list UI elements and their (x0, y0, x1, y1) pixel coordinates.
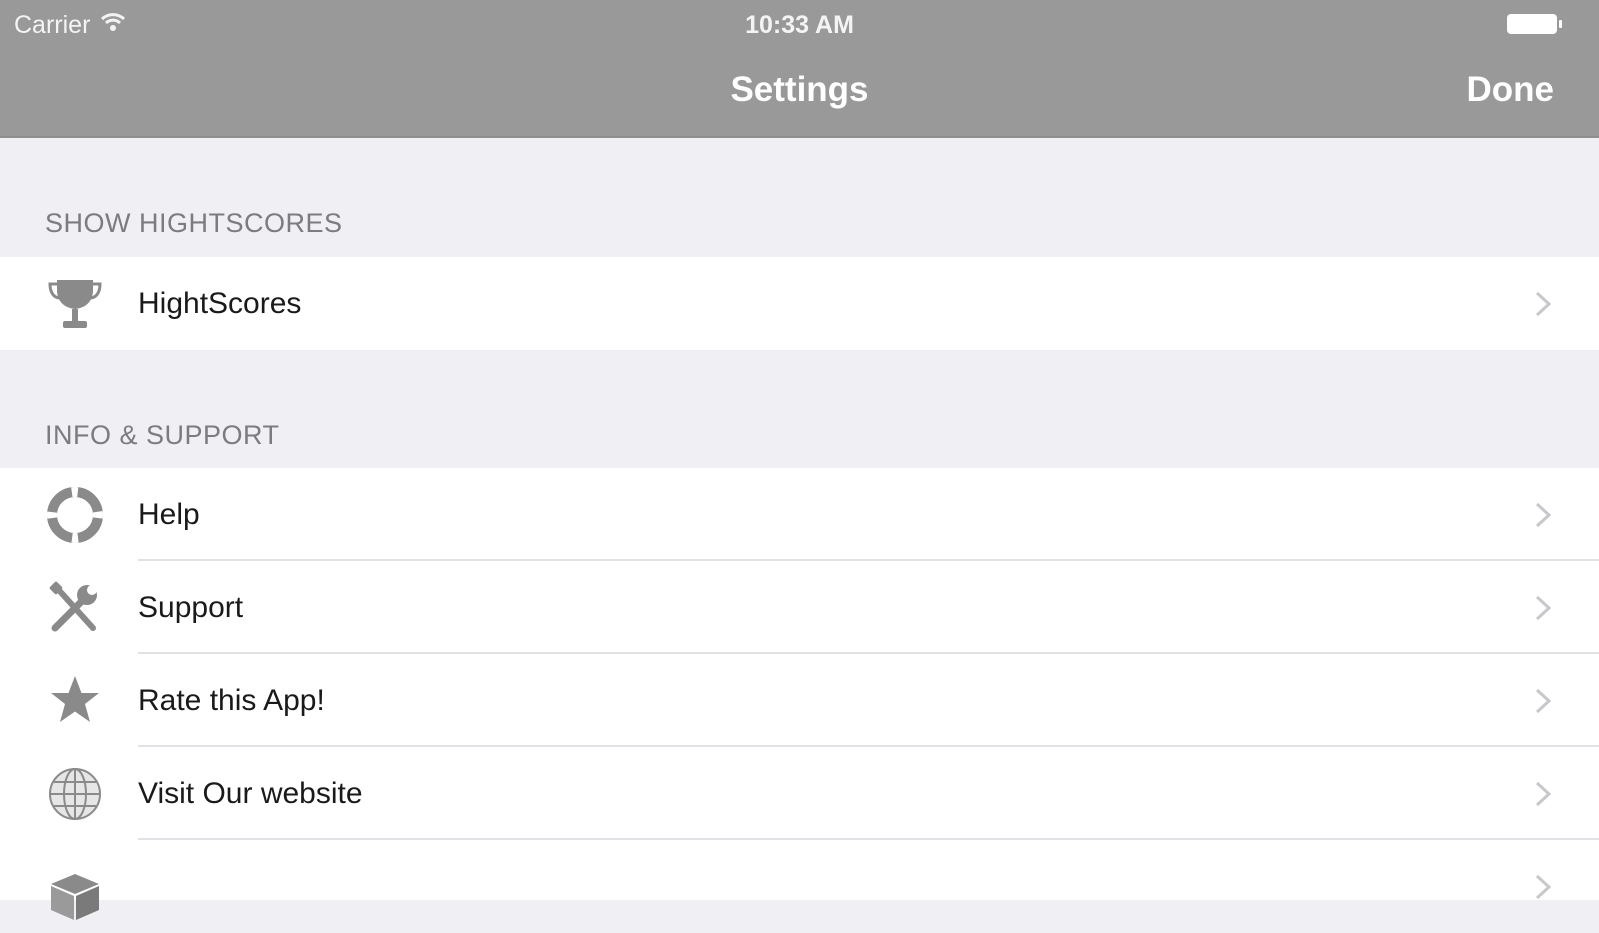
battery-icon (1507, 14, 1562, 34)
row-label: HightScores (138, 286, 302, 320)
navigation-bar: Carrier 10:33 AM Settings Done (0, 0, 1599, 138)
row-highscores[interactable]: HightScores (0, 257, 1599, 350)
lifebuoy-icon (46, 486, 104, 544)
chevron-right-icon (1535, 874, 1552, 899)
section-header-highscores: SHOW HIGHTSCORES (45, 208, 343, 238)
row-label: Support (138, 590, 244, 624)
tools-icon (46, 579, 104, 637)
chevron-right-icon (1535, 688, 1552, 713)
row-label: Rate this App! (138, 683, 325, 717)
row-support[interactable]: Support (0, 561, 1599, 654)
group-info-support: Help Support Rate this App! Visit Our we… (0, 468, 1599, 920)
chevron-right-icon (1535, 595, 1552, 620)
group-highscores: HightScores (0, 257, 1599, 350)
row-rate-app[interactable]: Rate this App! (0, 654, 1599, 747)
star-icon (46, 672, 104, 730)
chevron-right-icon (1535, 781, 1552, 806)
trophy-icon (46, 275, 104, 333)
status-time: 10:33 AM (745, 11, 854, 39)
row-other-apps[interactable] (0, 840, 1599, 933)
section-header-info-support: INFO & SUPPORT (45, 420, 280, 450)
page-title: Settings (730, 70, 869, 109)
row-visit-website[interactable]: Visit Our website (0, 747, 1599, 840)
done-button[interactable]: Done (1467, 70, 1555, 110)
globe-icon (46, 765, 104, 823)
chevron-right-icon (1535, 502, 1552, 527)
row-label: Visit Our website (138, 776, 363, 810)
row-help[interactable]: Help (0, 468, 1599, 561)
box-icon (46, 867, 104, 925)
chevron-right-icon (1535, 291, 1552, 316)
row-label: Help (138, 497, 200, 531)
